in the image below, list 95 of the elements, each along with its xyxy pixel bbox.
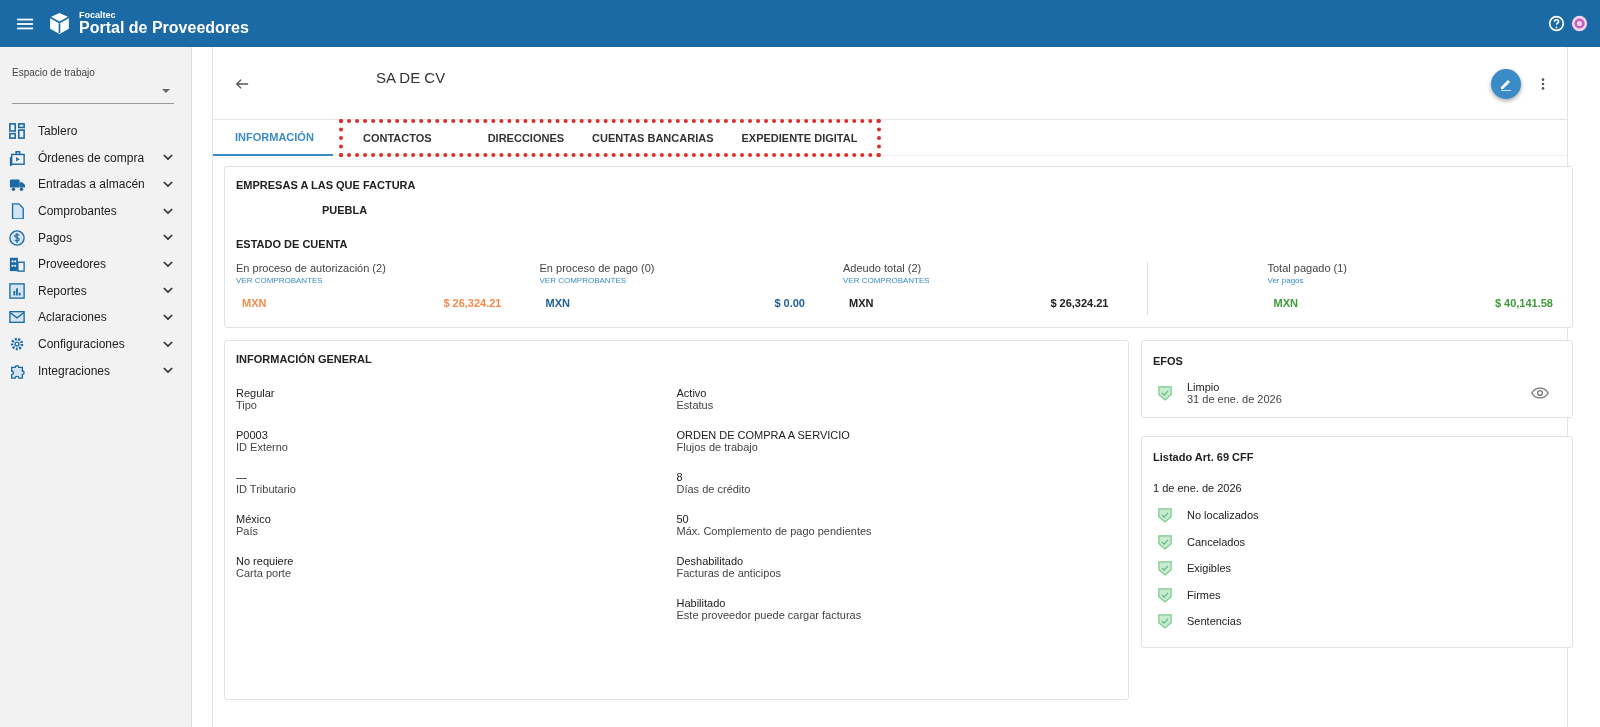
balance-label: Adeudo total (2) [843,262,923,274]
field-label: País [236,525,259,537]
shield-check-icon [1158,560,1172,577]
field-label: ID Tributario [236,483,297,495]
field-label: ID Externo [236,441,289,453]
tab[interactable]: CUENTAS BANCARIAS [578,123,728,152]
list-item: Cancelados [1187,535,1246,548]
tab[interactable]: INFORMACIÓN [213,119,333,156]
amount: $ 0.00 [774,297,805,309]
field-value: — [236,471,248,483]
amount: $ 40,141.58 [1494,297,1553,309]
shield-check-icon [1158,507,1172,524]
field-label: Tipo [236,399,258,411]
currency-code: MXN [849,297,874,309]
company-name: PUEBLA [322,204,369,216]
field-label: Estatus [676,399,715,411]
field-value: P0003 [236,429,269,441]
list-item: Sentencias [1187,615,1242,628]
sidebar-item[interactable]: Integraciones [0,357,191,384]
puzzle-icon [9,362,25,379]
sidebar-item[interactable]: Tablero [0,118,191,145]
page-title: SA DE CV [376,69,446,86]
menu-icon[interactable] [17,17,33,30]
field-value: No requiere [236,555,295,567]
field-value: México [236,513,272,525]
field-value: Activo [676,387,708,399]
status-text: Limpio [1187,381,1221,393]
tab[interactable]: EXPEDIENTE DIGITAL [727,123,872,152]
list-item: Firmes [1187,588,1221,601]
brand-subtitle: Focaltec [79,11,117,20]
view-icon[interactable] [1531,387,1549,399]
status-date: 31 de ene. de 2026 [1187,393,1282,405]
bar-chart-icon [9,282,25,299]
shield-check-icon [1158,586,1172,603]
list-item: Exigibles [1187,562,1232,575]
caret-icon [162,88,170,93]
document-icon [9,203,25,220]
amount: $ 26,324.21 [1050,297,1109,309]
dollar-icon [9,229,25,246]
mail-icon [9,309,25,326]
amount: $ 26,324.21 [443,297,502,309]
sidebar-item[interactable]: Proveedores [0,250,191,278]
building-icon [9,256,25,273]
more-options-icon[interactable] [1541,77,1545,91]
card-title: Listado Art. 69 CFF [1153,451,1255,463]
field-label: Espacio de trabajo [12,67,96,78]
link[interactable]: VER COMPROBANTES [843,276,1129,285]
link[interactable]: Ver pagos [1267,276,1553,285]
section-heading: EMPRESAS A LAS QUE FACTURA [236,179,417,191]
field-label: Facturas de anticipos [676,567,783,579]
currency-code: MXN [545,297,570,309]
field-value: ORDEN DE COMPRA A SERVICIO [676,429,851,441]
section-heading: ESTADO DE CUENTA [236,238,349,250]
sidebar-item[interactable]: Entradas a almacén [0,171,191,198]
tab[interactable]: CONTACTOS [349,123,446,152]
currency-code: MXN [242,297,267,309]
settings-icon [9,336,25,353]
avatar-icon[interactable] [1571,15,1588,32]
field-value: 8 [676,471,684,483]
balance-label: En proceso de autorización (2) [236,262,387,274]
dashboard-icon [9,123,25,140]
section-heading: INFORMACIÓN GENERAL [236,353,373,365]
shield-check-icon [1158,613,1172,630]
box-logo-icon [47,11,72,36]
list-item: No localizados [1187,509,1259,522]
list-date: 1 de ene. de 2026 [1153,482,1243,494]
balance-label: Total pagado (1) [1267,262,1348,274]
back-icon[interactable] [235,77,249,91]
field-value: Habilitado [676,597,727,609]
help-icon[interactable] [1548,15,1565,32]
link[interactable]: VER COMPROBANTES [236,276,522,285]
sidebar-item[interactable]: Aclaraciones [0,304,191,331]
currency-code: MXN [1273,297,1298,309]
edit-button[interactable] [1491,69,1521,99]
shield-check-icon [1158,533,1172,550]
field-value: Regular [236,387,276,399]
field-value: Deshabilitado [676,555,745,567]
field-label: Este proveedor puede cargar facturas [676,609,863,621]
sidebar-item[interactable]: Reportes [0,277,191,305]
sidebar-item[interactable]: Comprobantes [0,197,191,225]
shield-check-icon [1158,385,1172,401]
sidebar-item[interactable]: Órdenes de compra [0,144,191,172]
field-label: Flujos de trabajo [676,441,759,453]
tab[interactable]: DIRECCIONES [445,123,579,152]
balance-label: En proceso de pago (0) [539,262,656,274]
field-label: Días de crédito [676,483,752,495]
card-title: EFOS [1153,355,1184,367]
sidebar-item[interactable]: Pagos [0,224,191,251]
field-value: 50 [676,513,690,525]
field-label: Carta porte [236,567,293,579]
briefcase-icon [9,149,25,166]
link[interactable]: VER COMPROBANTES [539,276,825,285]
field-label: Máx. Complemento de pago pendientes [676,525,873,537]
app-title: Portal de Proveedores [79,20,249,36]
sidebar-item[interactable]: Configuraciones [0,330,191,358]
